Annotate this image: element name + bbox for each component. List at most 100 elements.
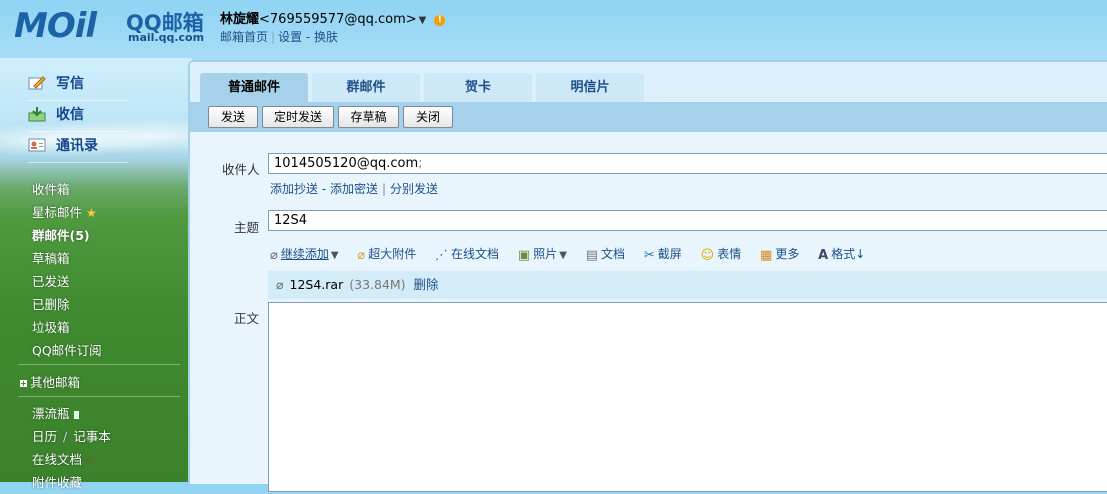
- online-docs-label: 在线文档: [32, 452, 83, 467]
- contacts-label: 通讯录: [56, 138, 98, 154]
- other-mailboxes-toggle[interactable]: + 其他邮箱: [20, 372, 80, 391]
- top-links: 邮箱首页 | 设置 - 换肤: [220, 28, 338, 45]
- dropdown-arrow-icon[interactable]: ▼: [331, 250, 339, 261]
- qq-mail-logo[interactable]: MOil QQ邮箱 mail.qq.com: [14, 6, 224, 46]
- folder-group-mail[interactable]: 群邮件(5): [32, 224, 102, 247]
- write-label: 写信: [56, 76, 84, 92]
- folder-subscriptions[interactable]: QQ邮件订阅: [32, 339, 102, 362]
- scheduled-send-button[interactable]: 定时发送: [262, 106, 334, 128]
- close-button[interactable]: 关闭: [403, 106, 453, 128]
- continue-add-button[interactable]: ⌀ 继续添加 ▼: [270, 245, 339, 263]
- folder-deleted[interactable]: 已删除: [32, 293, 102, 316]
- link-separator: |: [382, 182, 387, 196]
- recipient-options: 添加抄送 - 添加密送 | 分别发送: [270, 180, 438, 197]
- document-button[interactable]: ▤ 文档: [586, 245, 625, 263]
- home-link[interactable]: 邮箱首页: [220, 30, 268, 44]
- app-drift-bottle[interactable]: 漂流瓶: [32, 402, 111, 425]
- send-button[interactable]: 发送: [208, 106, 258, 128]
- link-separator: -: [302, 30, 315, 44]
- user-email: <769559577@qq.com>: [259, 12, 417, 27]
- attachment-clip-icon: ⌀: [276, 277, 284, 292]
- bottle-icon: [73, 411, 79, 419]
- tab-group-mail[interactable]: 群邮件: [312, 73, 420, 102]
- folder-sent[interactable]: 已发送: [32, 270, 102, 293]
- star-icon: ★: [86, 206, 97, 220]
- app-calendar[interactable]: 日历: [32, 429, 57, 444]
- more-label: 更多: [775, 247, 800, 261]
- add-bcc-link[interactable]: 添加密送: [330, 182, 378, 196]
- tab-postcard[interactable]: 明信片: [536, 73, 644, 102]
- write-icon: [28, 76, 46, 90]
- sidebar-divider: [18, 364, 180, 365]
- message-body-editor[interactable]: [268, 302, 1107, 492]
- account-line: 林旋耀<769559577@qq.com> ▼!: [220, 8, 446, 27]
- other-mailboxes-label: 其他邮箱: [30, 375, 81, 390]
- recipient-value: 1014505120@qq.com: [274, 156, 419, 171]
- large-attachment-label: 超大附件: [368, 247, 417, 261]
- app-notepad[interactable]: 记事本: [73, 429, 111, 444]
- photo-label: 照片: [533, 247, 558, 261]
- folder-starred[interactable]: 星标邮件 ★: [32, 201, 102, 224]
- compose-tabs: 普通邮件 群邮件 贺卡 明信片: [190, 62, 1107, 102]
- format-button[interactable]: A 格式↓: [818, 245, 865, 263]
- compose-panel: 普通邮件 群邮件 贺卡 明信片 发送 定时发送 存草稿 关闭 收件人 10145…: [188, 60, 1107, 492]
- attachment-item: ⌀ 12S4.rar (33.84M) 删除: [268, 271, 1107, 299]
- folder-inbox[interactable]: 收件箱: [32, 178, 102, 201]
- dropdown-arrow-icon[interactable]: ▼: [559, 250, 567, 261]
- add-cc-link[interactable]: 添加抄送: [270, 182, 318, 196]
- save-draft-button[interactable]: 存草稿: [338, 106, 399, 128]
- compose-toolbar: 发送 定时发送 存草稿 关闭: [190, 102, 1107, 132]
- document-label: 文档: [601, 247, 626, 261]
- screenshot-icon: ✂: [643, 248, 655, 263]
- settings-link[interactable]: 设置: [278, 30, 302, 44]
- tab-greeting-card[interactable]: 贺卡: [424, 73, 532, 102]
- contacts-button[interactable]: 通讯录: [28, 132, 128, 163]
- subject-field[interactable]: 12S4: [268, 210, 1107, 231]
- write-mail-button[interactable]: 写信: [28, 70, 128, 101]
- app-attachment-favorites[interactable]: 附件收藏: [32, 471, 111, 494]
- smiley-icon: ☺: [700, 248, 715, 263]
- format-label: 格式↓: [831, 247, 866, 261]
- large-attachment-button[interactable]: ⌀ 超大附件: [357, 245, 416, 263]
- photo-button[interactable]: ▣ 照片 ▼: [518, 245, 567, 263]
- user-name: 林旋耀: [220, 12, 260, 27]
- document-icon: ▤: [585, 248, 599, 263]
- recipient-field[interactable]: 1014505120@qq.com;: [268, 153, 1107, 174]
- emoji-label: 表情: [717, 247, 742, 261]
- expand-plus-icon: +: [20, 379, 27, 388]
- app-list: 漂流瓶 日历 / 记事本 在线文档〰 附件收藏: [32, 402, 111, 494]
- compose-form: 收件人 1014505120@qq.com; 添加抄送 - 添加密送 | 分别发送 …: [190, 132, 1107, 492]
- account-dropdown-icon[interactable]: ▼: [419, 15, 427, 26]
- tab-normal-mail[interactable]: 普通邮件: [200, 73, 308, 102]
- more-button[interactable]: ▦ 更多: [760, 245, 799, 263]
- receive-mail-button[interactable]: 收信: [28, 101, 128, 132]
- emoji-button[interactable]: ☺ 表情: [701, 245, 742, 263]
- app-separator: /: [63, 429, 68, 444]
- share-nodes-icon: ⋰: [435, 248, 449, 263]
- inbox-icon: [28, 107, 46, 122]
- online-doc-button[interactable]: ⋰ 在线文档: [435, 245, 499, 263]
- screenshot-button[interactable]: ✂ 截屏: [644, 245, 682, 263]
- separate-send-link[interactable]: 分别发送: [390, 182, 438, 196]
- font-format-icon: A: [818, 248, 829, 263]
- logo-domain: mail.qq.com: [128, 31, 205, 44]
- attachment-toolbar: ⌀ 继续添加 ▼ ⌀ 超大附件 ⋰ 在线文档 ▣ 照片 ▼ ▤ 文档 ✂ 截屏 ☺ 表情 ▦ 更多 …: [270, 245, 880, 263]
- sidebar-main-actions: 写信 收信 通讯录: [28, 70, 128, 163]
- online-doc-label: 在线文档: [451, 247, 500, 261]
- screenshot-label: 截屏: [657, 247, 682, 261]
- large-attachment-icon: ⌀: [357, 248, 366, 263]
- body-label: 正文: [234, 311, 260, 326]
- app-online-docs[interactable]: 在线文档〰: [32, 448, 111, 471]
- sidebar-divider: [18, 396, 180, 397]
- folder-drafts[interactable]: 草稿箱: [32, 247, 102, 270]
- warning-icon[interactable]: !: [434, 15, 446, 26]
- continue-add-label: 继续添加: [280, 247, 329, 261]
- delete-attachment-link[interactable]: 删除: [414, 277, 439, 292]
- sidebar: 写信 收信 通讯录 收件箱 星标邮件 ★ 群邮件(5) 草稿箱 已发送 已删除 垃…: [0, 58, 192, 490]
- attachment-filename: 12S4.rar: [289, 277, 344, 292]
- contacts-icon: [28, 138, 46, 152]
- new-mark-icon: 〰: [85, 457, 95, 467]
- folder-spam[interactable]: 垃圾箱: [32, 316, 102, 339]
- folder-list: 收件箱 星标邮件 ★ 群邮件(5) 草稿箱 已发送 已删除 垃圾箱 QQ邮件订阅: [32, 178, 102, 362]
- skin-link[interactable]: 换肤: [314, 30, 338, 44]
